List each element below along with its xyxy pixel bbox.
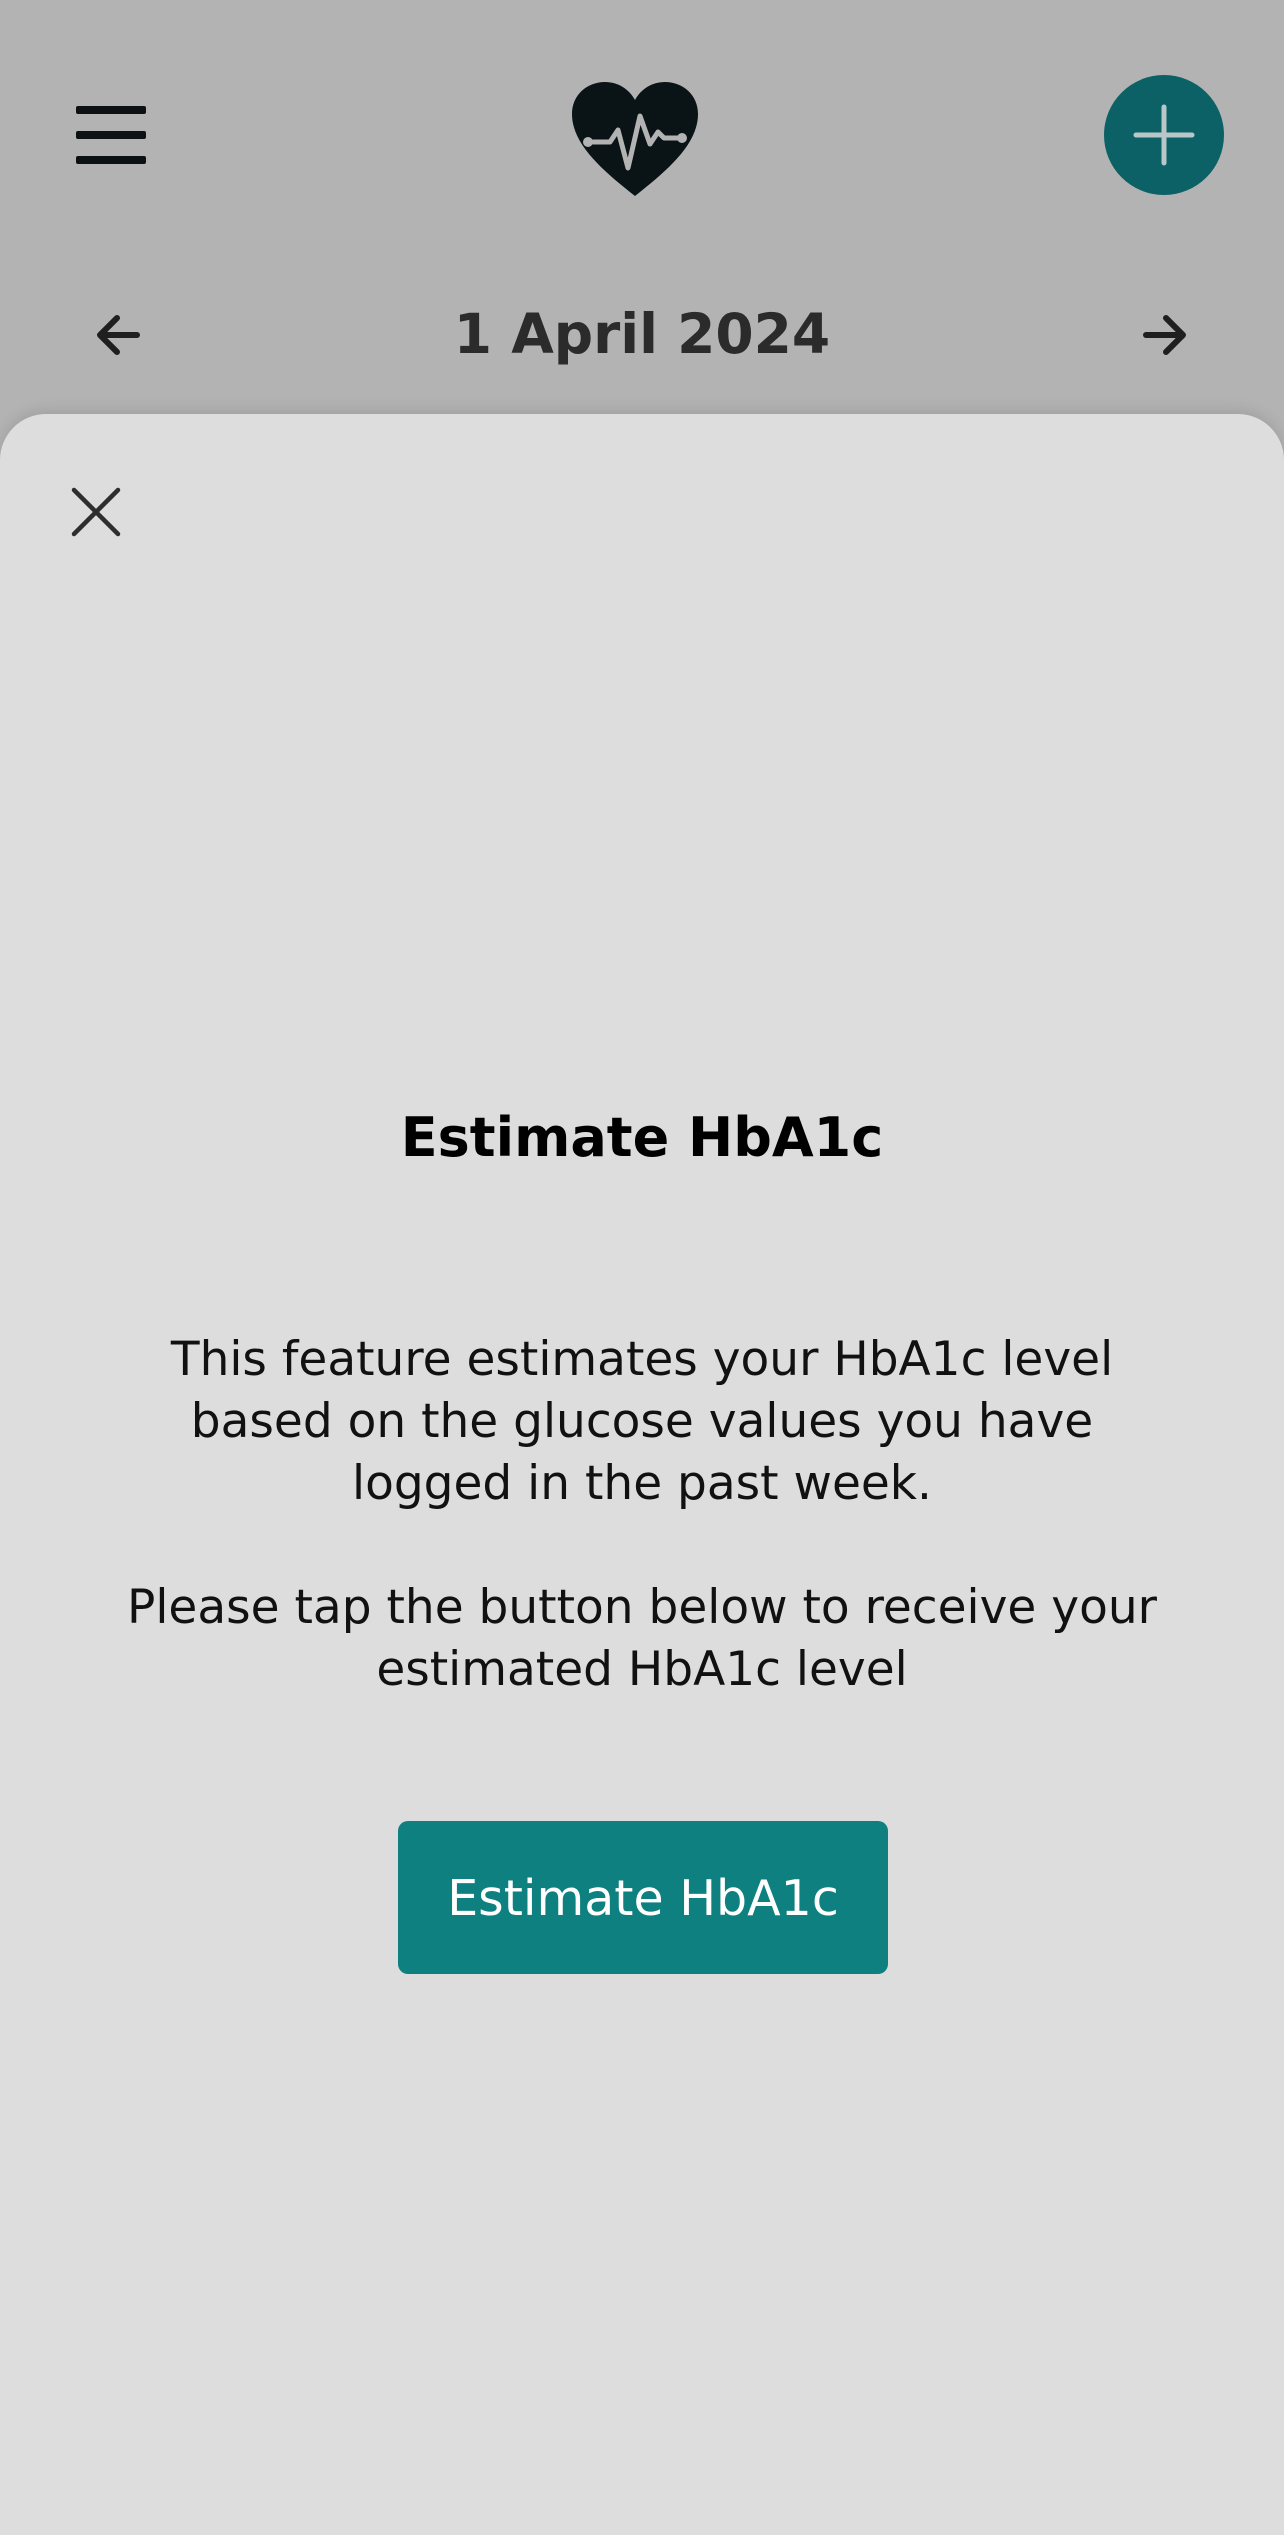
hamburger-menu-icon xyxy=(76,106,146,114)
close-icon xyxy=(71,487,121,537)
arrow-right-icon xyxy=(1143,315,1186,355)
next-day-button[interactable] xyxy=(1140,310,1190,360)
estimate-hba1c-sheet: Estimate HbA1c This feature estimates yo… xyxy=(0,414,1284,2535)
app-header: 1 April 2024 xyxy=(0,0,1284,420)
close-button[interactable] xyxy=(70,486,122,538)
arrow-left-icon xyxy=(97,315,140,355)
menu-button[interactable] xyxy=(76,106,148,164)
previous-day-button[interactable] xyxy=(93,310,143,360)
instruction-text: Please tap the button below to receive y… xyxy=(127,1580,1157,1697)
feature-description: This feature estimates your HbA1c level … xyxy=(170,1332,1114,1511)
sheet-title: Estimate HbA1c xyxy=(400,1106,884,1169)
add-entry-button[interactable] xyxy=(1104,75,1224,195)
estimate-hba1c-button[interactable]: Estimate HbA1c xyxy=(398,1821,888,1974)
current-date: 1 April 2024 xyxy=(453,302,831,366)
hamburger-menu-icon-line xyxy=(76,156,146,164)
date-navigation: 1 April 2024 xyxy=(0,290,1284,380)
heart-pulse-icon xyxy=(568,80,702,198)
hamburger-menu-icon-line xyxy=(76,131,146,139)
sheet-body: This feature estimates your HbA1c level … xyxy=(110,1329,1174,1701)
plus-icon xyxy=(1133,104,1195,166)
